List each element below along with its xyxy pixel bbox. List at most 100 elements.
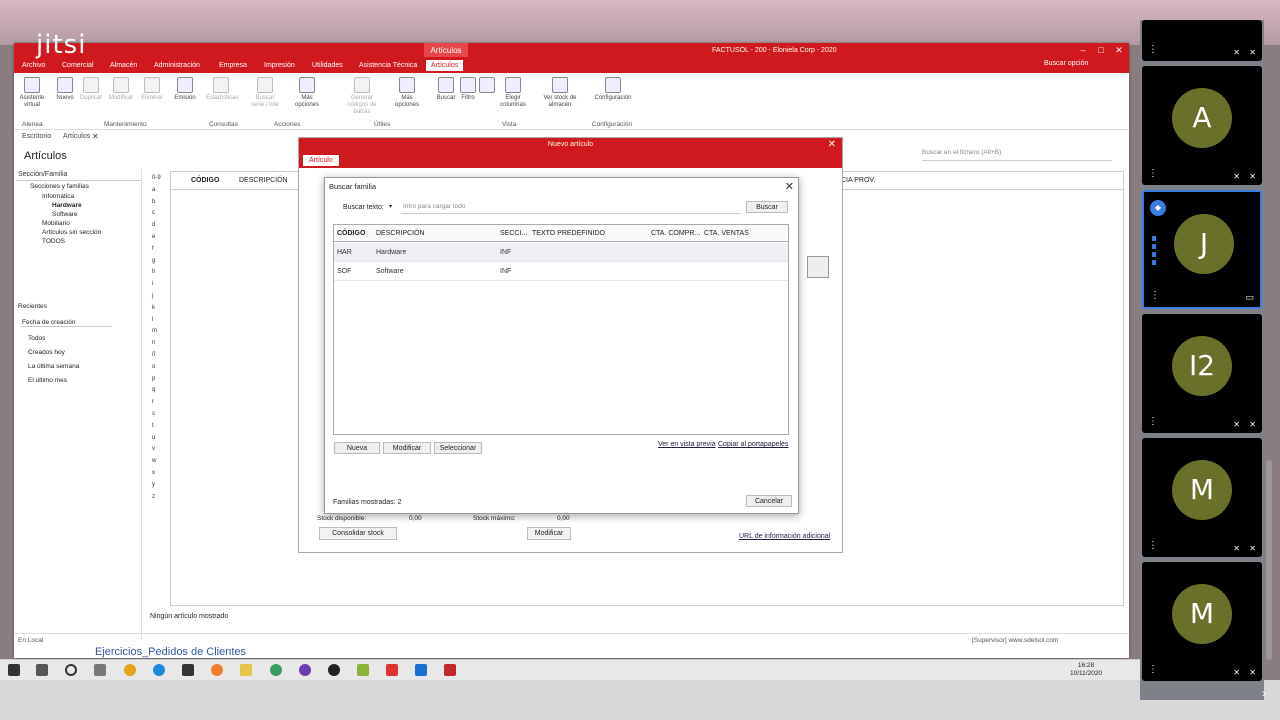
chevron-down-icon[interactable]: ▾: [389, 203, 392, 210]
letter-index-item[interactable]: r: [152, 397, 161, 409]
barcode-button[interactable]: Generar códigos de barras: [344, 77, 380, 116]
emission-button[interactable]: Emisión: [170, 77, 200, 102]
letter-index-item[interactable]: h: [152, 267, 161, 279]
menu-utilidades[interactable]: Utilidades: [312, 62, 343, 69]
close-icon[interactable]: ✕: [1112, 45, 1126, 56]
menu-asistencia[interactable]: Asistencia Técnica: [359, 62, 417, 69]
participant-tile[interactable]: I2 ⋮ ✕ ✕: [1142, 314, 1262, 433]
letter-index-item[interactable]: 0-9: [152, 173, 161, 185]
table-row[interactable]: HAR Hardware INF: [334, 243, 788, 262]
firefox-icon[interactable]: [211, 664, 223, 676]
letter-index-item[interactable]: a: [152, 185, 161, 197]
letter-index-item[interactable]: l: [152, 315, 161, 327]
menu-impresion[interactable]: Impresión: [264, 62, 295, 69]
app-icon[interactable]: [386, 664, 398, 676]
start-icon[interactable]: [8, 664, 20, 676]
more-icon[interactable]: ⋮: [1148, 416, 1158, 427]
tree-item[interactable]: Software: [52, 211, 78, 218]
edge-icon[interactable]: [153, 664, 165, 676]
letter-index-item[interactable]: x: [152, 468, 161, 480]
letter-index[interactable]: 0-9 a b c d e f g h i j k l m n ñ o p q r s t u v w x y z: [152, 173, 161, 503]
letter-index-item[interactable]: b: [152, 197, 161, 209]
stats-button[interactable]: Estadísticas: [206, 77, 238, 102]
radio-mes[interactable]: El último mes: [28, 377, 67, 384]
letter-index-item[interactable]: v: [152, 444, 161, 456]
filter-button[interactable]: Filtro: [456, 77, 480, 102]
search-icon[interactable]: [36, 664, 48, 676]
letter-index-item[interactable]: d: [152, 220, 161, 232]
maximize-icon[interactable]: □: [1094, 45, 1108, 55]
more-icon[interactable]: ⋮: [1148, 664, 1158, 675]
more-options-button[interactable]: Más opciones: [292, 77, 322, 109]
letter-index-item[interactable]: g: [152, 256, 161, 268]
radio-semana[interactable]: La última semana: [28, 363, 79, 370]
task-view-icon[interactable]: [94, 664, 106, 676]
letter-index-item[interactable]: c: [152, 208, 161, 220]
minimize-icon[interactable]: –: [1076, 45, 1090, 55]
tree-item[interactable]: Artículos sin sección: [42, 229, 101, 236]
factusol-taskbar-icon[interactable]: [444, 664, 456, 676]
app-icon[interactable]: [357, 664, 369, 676]
config-button[interactable]: Configuración: [590, 77, 636, 102]
modify-stock-button[interactable]: Modificar: [527, 527, 571, 540]
participant-tile[interactable]: ⋮ ✕ ✕: [1142, 20, 1262, 61]
app-icon[interactable]: [415, 664, 427, 676]
tree-item[interactable]: TODOS: [42, 238, 65, 245]
search-lot-button[interactable]: Buscar serie / lote: [250, 77, 280, 109]
modify-family-button[interactable]: Modificar: [383, 442, 431, 454]
cancel-button[interactable]: Cancelar: [746, 495, 792, 507]
store-icon[interactable]: [182, 664, 194, 676]
letter-index-item[interactable]: t: [152, 421, 161, 433]
modify-button[interactable]: Modificar: [106, 77, 136, 102]
more-icon[interactable]: ⋮: [1148, 168, 1158, 179]
letter-index-item[interactable]: ñ: [152, 350, 161, 362]
url-info-link[interactable]: URL de información adicional: [739, 533, 830, 540]
letter-index-item[interactable]: e: [152, 232, 161, 244]
search-input[interactable]: Intro para cargar todo: [401, 203, 741, 214]
tree-item[interactable]: Secciones y familias: [30, 183, 89, 190]
letter-index-item[interactable]: z: [152, 492, 161, 504]
tab-escritorio[interactable]: Escritorio: [22, 133, 51, 140]
recent-select[interactable]: Fecha de creación: [22, 319, 112, 327]
more-options-2-button[interactable]: Más opciones: [392, 77, 422, 109]
radio-hoy[interactable]: Creados hoy: [28, 349, 65, 356]
chrome-icon[interactable]: [124, 664, 136, 676]
new-family-button[interactable]: Nueva: [334, 442, 380, 454]
tree-item[interactable]: Hardware: [52, 202, 82, 209]
menu-administracion[interactable]: Administración: [154, 62, 200, 69]
copy-link[interactable]: Copiar al portapapeles: [718, 441, 788, 448]
panel-scrollbar[interactable]: [1266, 460, 1272, 660]
letter-index-item[interactable]: i: [152, 279, 161, 291]
col-descripcion[interactable]: DESCRIPCIÓN: [239, 177, 288, 184]
preview-link[interactable]: Ver en vista previa: [658, 441, 716, 448]
app-icon[interactable]: [328, 664, 340, 676]
tree-item[interactable]: Informática: [42, 193, 74, 200]
close-tab-icon[interactable]: ✕: [92, 132, 99, 141]
letter-index-item[interactable]: w: [152, 456, 161, 468]
menu-empresa[interactable]: Empresa: [219, 62, 247, 69]
tab-articulos[interactable]: Artículos: [63, 133, 90, 140]
consolidate-stock-button[interactable]: Consolidar stock: [319, 527, 397, 540]
menu-articulos[interactable]: Artículos: [426, 60, 464, 71]
search-file-input[interactable]: Buscar en el fichero (Alt+B): [922, 149, 1112, 161]
app-icon[interactable]: [299, 664, 311, 676]
letter-index-item[interactable]: f: [152, 244, 161, 256]
letter-index-item[interactable]: y: [152, 480, 161, 492]
menu-comercial[interactable]: Comercial: [62, 62, 94, 69]
close-icon[interactable]: ✕: [828, 139, 836, 150]
folder-icon[interactable]: [240, 664, 252, 676]
more-icon[interactable]: ⋮: [1150, 290, 1160, 301]
search-option[interactable]: Buscar opción: [1044, 60, 1088, 67]
select-family-button[interactable]: Seleccionar: [434, 442, 482, 454]
letter-index-item[interactable]: s: [152, 409, 161, 421]
participant-tile[interactable]: M ⋮ ✕ ✕: [1142, 438, 1262, 557]
letter-index-item[interactable]: u: [152, 433, 161, 445]
sort-button[interactable]: [478, 77, 496, 95]
duplicate-button[interactable]: Duplicar: [76, 77, 106, 102]
participant-tile-active[interactable]: ◆ J ⋮ ▭: [1142, 190, 1262, 309]
letter-index-item[interactable]: q: [152, 385, 161, 397]
assistant-button[interactable]: Asistente virtual: [17, 77, 47, 109]
menu-archivo[interactable]: Archivo: [22, 62, 45, 69]
letter-index-item[interactable]: n: [152, 338, 161, 350]
tree-item[interactable]: Mobiliario: [42, 220, 70, 227]
